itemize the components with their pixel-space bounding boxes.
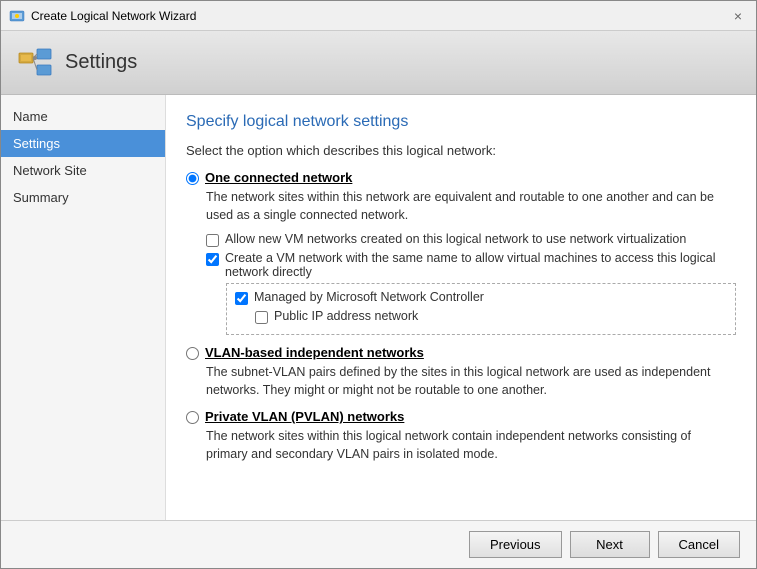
- radio-vlan-based[interactable]: VLAN-based independent networks: [186, 345, 736, 360]
- radio-vlan-based-label[interactable]: VLAN-based independent networks: [205, 345, 424, 360]
- nested-checkbox-group: Managed by Microsoft Network Controller …: [226, 283, 736, 335]
- checkbox-managed-by-input[interactable]: [235, 292, 248, 305]
- checkbox-allow-vm[interactable]: Allow new VM networks created on this lo…: [206, 232, 736, 247]
- title-bar-text: Create Logical Network Wizard: [31, 9, 728, 23]
- checkbox-group-one-connected: Allow new VM networks created on this lo…: [206, 232, 736, 335]
- radio-private-vlan[interactable]: Private VLAN (PVLAN) networks: [186, 409, 736, 424]
- option-private-vlan: Private VLAN (PVLAN) networks The networ…: [186, 409, 736, 463]
- sidebar-item-settings[interactable]: Settings: [1, 130, 165, 157]
- sidebar-item-summary[interactable]: Summary: [1, 184, 165, 211]
- radio-private-vlan-input[interactable]: [186, 411, 199, 424]
- sidebar-item-network-site[interactable]: Network Site: [1, 157, 165, 184]
- option-one-connected: One connected network The network sites …: [186, 170, 736, 335]
- checkbox-managed-by-label[interactable]: Managed by Microsoft Network Controller: [254, 290, 484, 304]
- wizard-window: Create Logical Network Wizard × Settings…: [0, 0, 757, 569]
- checkbox-create-vm[interactable]: Create a VM network with the same name t…: [206, 251, 736, 279]
- checkbox-create-vm-input[interactable]: [206, 253, 219, 266]
- close-button[interactable]: ×: [728, 6, 748, 26]
- sidebar: Name Settings Network Site Summary: [1, 95, 166, 520]
- main-title: Specify logical network settings: [186, 113, 736, 131]
- title-bar: Create Logical Network Wizard ×: [1, 1, 756, 31]
- footer: Previous Next Cancel: [1, 520, 756, 568]
- checkbox-public-ip[interactable]: Public IP address network: [255, 309, 727, 324]
- vlan-based-description: The subnet-VLAN pairs defined by the sit…: [206, 364, 736, 399]
- sidebar-item-name[interactable]: Name: [1, 103, 165, 130]
- next-button[interactable]: Next: [570, 531, 650, 558]
- checkbox-allow-vm-label[interactable]: Allow new VM networks created on this lo…: [225, 232, 686, 246]
- radio-one-connected-label[interactable]: One connected network: [205, 170, 352, 185]
- content-area: Name Settings Network Site Summary Speci…: [1, 95, 756, 520]
- option-vlan-based: VLAN-based independent networks The subn…: [186, 345, 736, 399]
- header-icon: [17, 45, 53, 81]
- one-connected-description: The network sites within this network ar…: [206, 189, 736, 224]
- radio-one-connected-input[interactable]: [186, 172, 199, 185]
- checkbox-managed-by[interactable]: Managed by Microsoft Network Controller: [235, 290, 727, 305]
- title-bar-icon: [9, 8, 25, 24]
- cancel-button[interactable]: Cancel: [658, 531, 740, 558]
- checkbox-allow-vm-input[interactable]: [206, 234, 219, 247]
- header-title: Settings: [65, 51, 137, 74]
- radio-one-connected[interactable]: One connected network: [186, 170, 736, 185]
- radio-vlan-based-input[interactable]: [186, 347, 199, 360]
- radio-private-vlan-label[interactable]: Private VLAN (PVLAN) networks: [205, 409, 404, 424]
- previous-button[interactable]: Previous: [469, 531, 562, 558]
- main-content: Specify logical network settings Select …: [166, 95, 756, 520]
- checkbox-public-ip-input[interactable]: [255, 311, 268, 324]
- private-vlan-description: The network sites within this logical ne…: [206, 428, 736, 463]
- wizard-header: Settings: [1, 31, 756, 95]
- checkbox-create-vm-label[interactable]: Create a VM network with the same name t…: [225, 251, 736, 279]
- main-subtitle: Select the option which describes this l…: [186, 143, 736, 158]
- checkbox-public-ip-label[interactable]: Public IP address network: [274, 309, 418, 323]
